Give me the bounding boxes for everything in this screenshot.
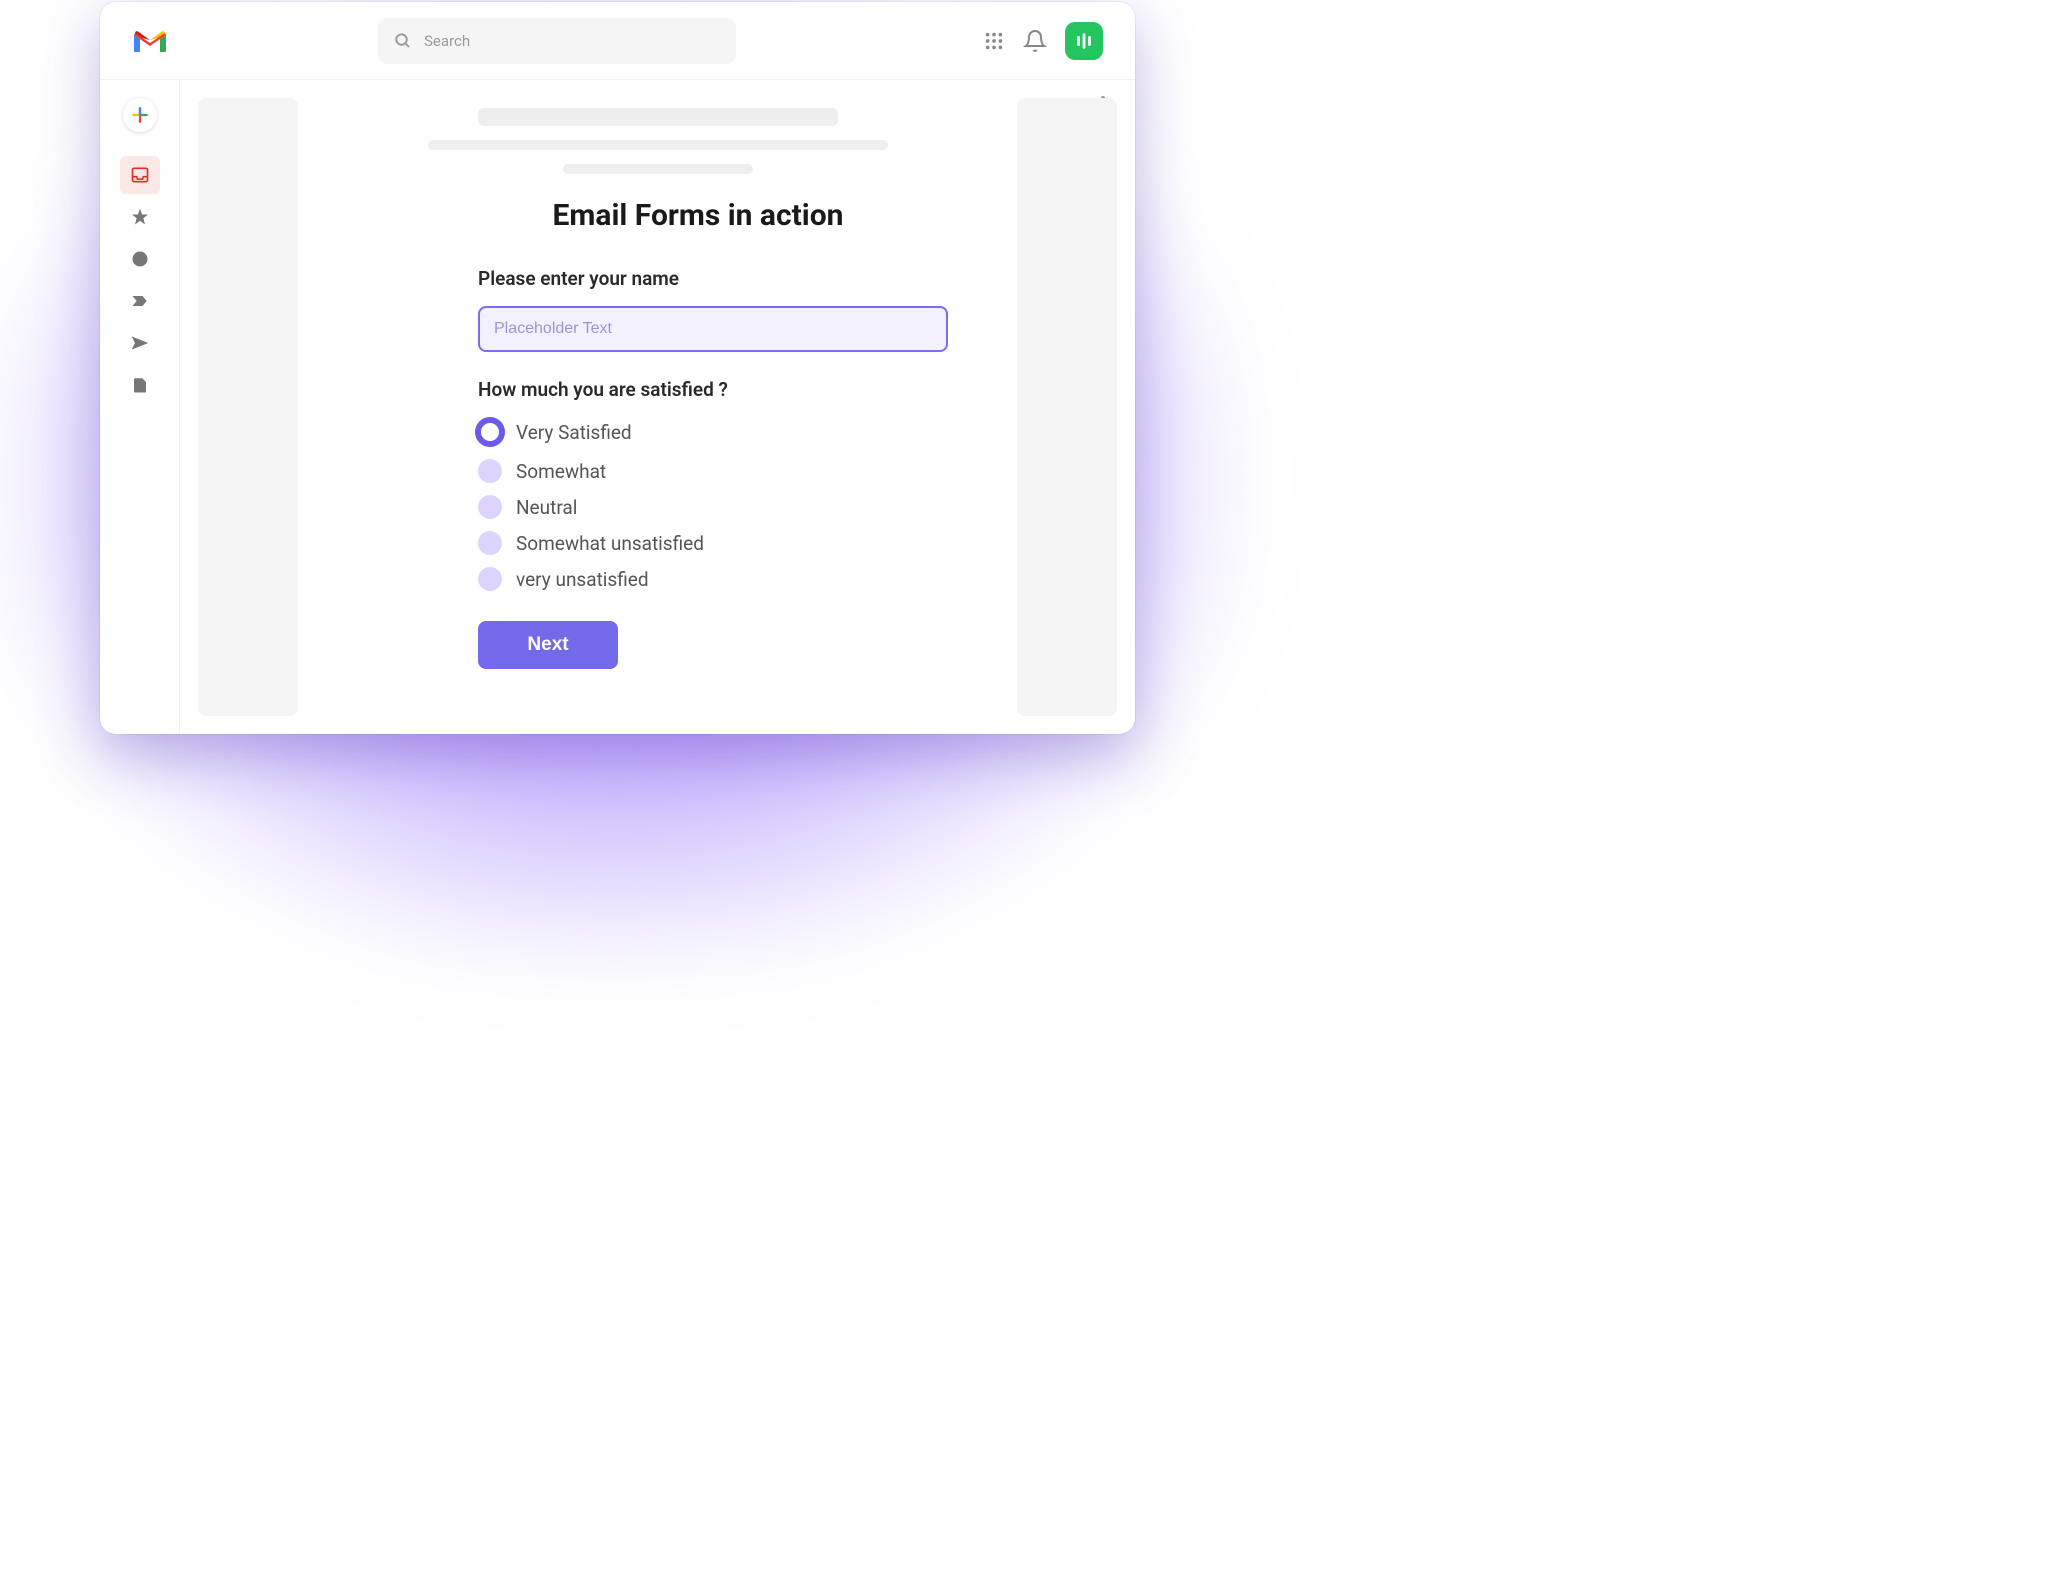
radio-label: Very Satisfied — [516, 421, 632, 444]
skeleton-header — [338, 108, 977, 174]
sidebar-item-starred[interactable] — [120, 198, 160, 236]
radio-option-neutral[interactable]: Neutral — [478, 495, 958, 519]
brand-logo[interactable] — [1065, 22, 1103, 60]
radio-option-somewhat[interactable]: Somewhat — [478, 459, 958, 483]
next-button[interactable]: Next — [478, 621, 618, 669]
app-window: Search — [100, 2, 1135, 734]
gmail-logo[interactable] — [132, 27, 168, 55]
bell-icon[interactable] — [1023, 29, 1047, 53]
radio-label: Somewhat — [516, 460, 606, 483]
radio-label: Neutral — [516, 496, 577, 519]
radio-label: very unsatisfied — [516, 568, 649, 591]
sidebar-item-snoozed[interactable] — [120, 240, 160, 278]
search-placeholder: Search — [424, 32, 470, 50]
sidebar-item-drafts[interactable] — [120, 366, 160, 404]
header: Search — [100, 2, 1135, 80]
radio-icon — [478, 567, 502, 591]
sidebar-item-sent[interactable] — [120, 324, 160, 362]
radio-icon — [478, 531, 502, 555]
radio-option-very-unsatisfied[interactable]: very unsatisfied — [478, 567, 958, 591]
body-area: Email Forms in action Please enter your … — [100, 80, 1135, 734]
radio-label: Somewhat unsatisfied — [516, 532, 704, 555]
radio-icon — [478, 495, 502, 519]
sidebar-item-important[interactable] — [120, 282, 160, 320]
satisfaction-label: How much you are satisfied ? — [478, 378, 958, 401]
skeleton-line — [563, 164, 753, 174]
radio-icon — [475, 417, 505, 447]
search-icon — [394, 32, 412, 50]
radio-option-somewhat-unsatisfied[interactable]: Somewhat unsatisfied — [478, 531, 958, 555]
skeleton-line — [428, 140, 888, 150]
radio-option-very-satisfied[interactable]: Very Satisfied — [478, 417, 958, 447]
skeleton-line — [478, 108, 838, 126]
sidebar-item-inbox[interactable] — [120, 156, 160, 194]
sidebar — [100, 80, 180, 734]
search-input[interactable]: Search — [378, 18, 736, 64]
compose-button[interactable] — [123, 98, 157, 132]
radio-group: Very Satisfied Somewhat Neutral Som — [478, 417, 958, 591]
apps-icon[interactable] — [983, 30, 1005, 52]
form-title: Email Forms in action — [438, 198, 958, 233]
email-body: Email Forms in action Please enter your … — [298, 98, 1017, 716]
main-content: Email Forms in action Please enter your … — [180, 80, 1135, 734]
right-panel — [1017, 98, 1117, 716]
radio-icon — [478, 459, 502, 483]
embedded-form: Email Forms in action Please enter your … — [478, 198, 958, 669]
name-label: Please enter your name — [478, 267, 958, 290]
left-panel — [198, 98, 298, 716]
name-input[interactable] — [478, 306, 948, 352]
header-actions — [983, 22, 1103, 60]
